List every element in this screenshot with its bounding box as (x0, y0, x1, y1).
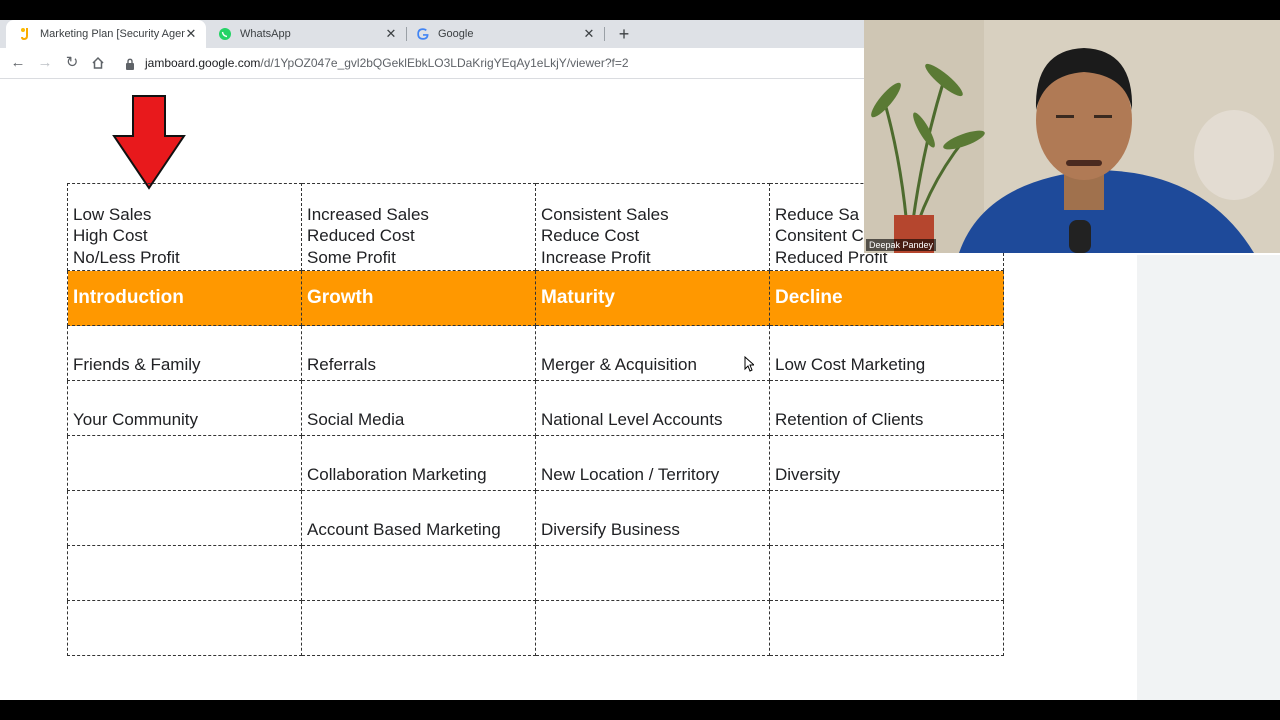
header-cell: Low Sales High Cost No/Less Profit (67, 183, 302, 271)
table-cell (769, 545, 1004, 601)
table-cell (67, 435, 302, 491)
table-cell: Retention of Clients (769, 380, 1004, 436)
mouse-cursor-icon (744, 356, 754, 372)
url-path: /d/1YpOZ047e_gvl2bQGeklEbkLO3LDaKrigYEqA… (260, 56, 629, 70)
red-arrow-down-icon (112, 95, 186, 190)
tab-whatsapp[interactable]: WhatsApp ✕ (206, 20, 406, 48)
browser-window: Marketing Plan [Security Agency ✕ WhatsA… (0, 20, 1280, 700)
tab-title: Marketing Plan [Security Agency (40, 28, 185, 40)
table-cell: Low Cost Marketing (769, 325, 1004, 381)
address-bar[interactable]: jamboard.google.com/d/1YpOZ047e_gvl2bQGe… (145, 56, 629, 70)
forward-icon[interactable]: → (35, 53, 55, 73)
table-row: Collaboration Marketing New Location / T… (67, 435, 1004, 491)
table-cell (67, 600, 302, 656)
tab-marketing-plan[interactable]: Marketing Plan [Security Agency ✕ (6, 20, 206, 48)
table-cell: Diversify Business (535, 490, 770, 546)
table-cell (67, 545, 302, 601)
tab-title: Google (438, 28, 474, 40)
table-row: Friends & Family Referrals Merger & Acqu… (67, 325, 1004, 381)
lock-icon[interactable] (125, 57, 135, 70)
back-icon[interactable]: ← (8, 53, 28, 73)
table-cell (769, 490, 1004, 546)
table-cell: Referrals (301, 325, 536, 381)
close-tab-icon[interactable]: ✕ (582, 27, 596, 41)
table-cell: New Location / Territory (535, 435, 770, 491)
table-cell: National Level Accounts (535, 380, 770, 436)
stage-maturity: Maturity (535, 270, 770, 326)
table-cell: Friends & Family (67, 325, 302, 381)
table-cell (67, 490, 302, 546)
home-icon[interactable] (88, 53, 108, 73)
table-row (67, 600, 1004, 656)
table-cell: Merger & Acquisition (535, 325, 770, 381)
side-panel (1137, 255, 1280, 700)
table-cell: Diversity (769, 435, 1004, 491)
table-row (67, 545, 1004, 601)
close-tab-icon[interactable]: ✕ (184, 27, 198, 41)
jamboard-favicon-icon (18, 27, 32, 41)
table-cell: Account Based Marketing (301, 490, 536, 546)
stage-decline: Decline (769, 270, 1004, 326)
header-cell: Consistent Sales Reduce Cost Increase Prof… (535, 183, 770, 271)
table-cell (769, 600, 1004, 656)
webcam-overlay: Deepak Pandey (864, 20, 1280, 253)
table-cell (535, 600, 770, 656)
url-domain: jamboard.google.com (145, 56, 261, 70)
stage-introduction: Introduction (67, 270, 302, 326)
close-tab-icon[interactable]: ✕ (384, 27, 398, 41)
table-cell (301, 545, 536, 601)
table-cell (301, 600, 536, 656)
table-cell: Your Community (67, 380, 302, 436)
whatsapp-favicon-icon (218, 27, 232, 41)
table-cell: Collaboration Marketing (301, 435, 536, 491)
header-cell: Increased Sales Reduced Cost Some Profit (301, 183, 536, 271)
tab-title: WhatsApp (240, 28, 291, 40)
table-row: Account Based Marketing Diversify Busine… (67, 490, 1004, 546)
presenter-name-label: Deepak Pandey (866, 239, 937, 251)
tab-separator (604, 27, 605, 41)
table-row: Your Community Social Media National Lev… (67, 380, 1004, 436)
presenter-video-image (864, 20, 1280, 253)
table-cell (535, 545, 770, 601)
new-tab-icon[interactable]: + (614, 24, 634, 44)
reload-icon[interactable]: ↻ (62, 53, 82, 73)
table-cell: Social Media (301, 380, 536, 436)
google-favicon-icon (416, 27, 430, 41)
stage-row: Introduction Growth Maturity Decline (67, 270, 1004, 326)
stage-growth: Growth (301, 270, 536, 326)
product-lifecycle-board: Low Sales High Cost No/Less Profit Increas… (67, 183, 1004, 656)
tab-google[interactable]: Google ✕ (404, 20, 604, 48)
